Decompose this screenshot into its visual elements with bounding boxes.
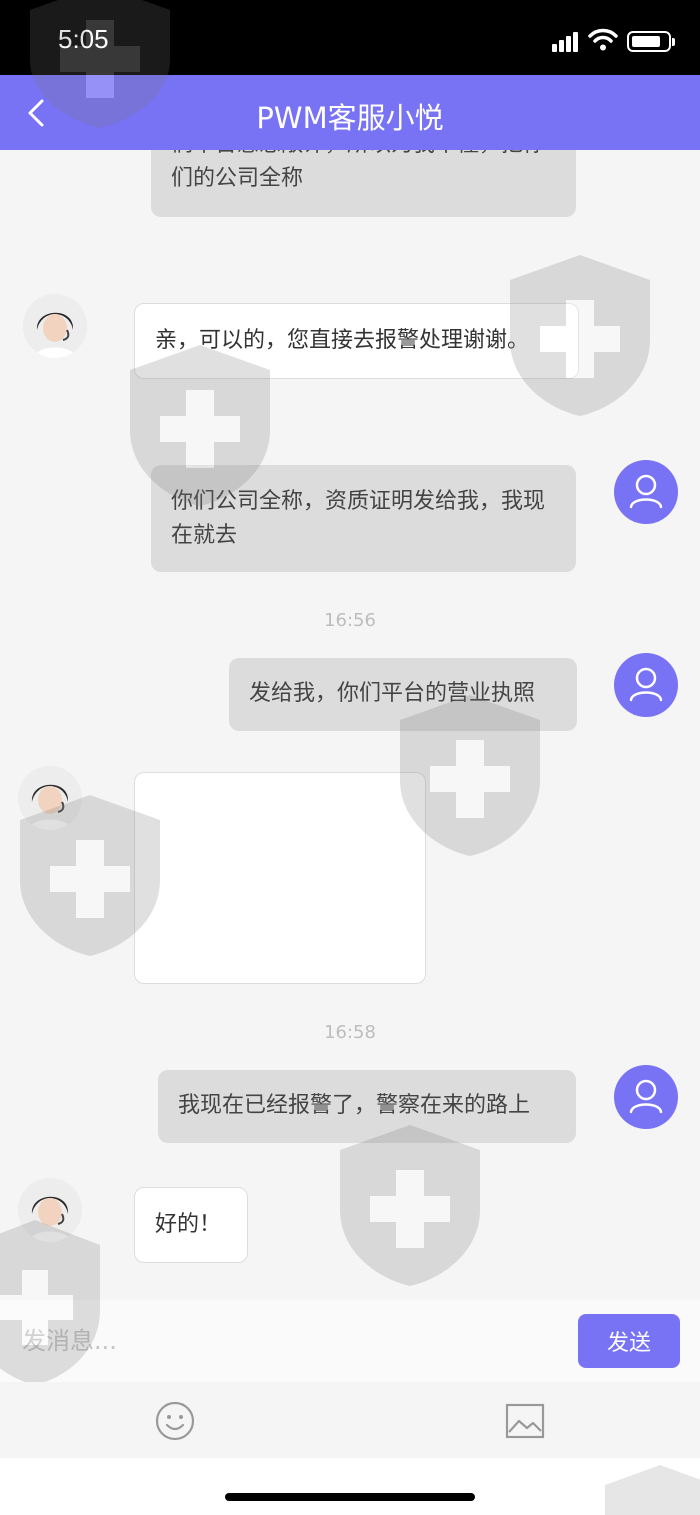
- status-time: 5:05: [58, 24, 109, 54]
- wifi-icon: [588, 28, 618, 51]
- chat-area[interactable]: 们平台感恩敞评，所以为我不懂，把你们的公司全称 亲，可以的，您直接去报警处理谢谢…: [0, 150, 700, 1300]
- user-avatar: [614, 1065, 678, 1129]
- message-timestamp: 16:56: [324, 610, 376, 631]
- message-text: 好的！: [155, 1212, 222, 1237]
- message-text: 发给我，你们平台的营业执照: [249, 681, 536, 706]
- message-bubble-agent: 亲，可以的，您直接去报警处理谢谢。: [134, 303, 579, 379]
- message-bubble-agent: 好的！: [134, 1187, 248, 1263]
- signal-icon: [552, 30, 580, 52]
- user-icon: [629, 1079, 663, 1114]
- status-bar: 5:05: [0, 0, 700, 75]
- message-text: 你们公司全称，资质证明发给我，我现在就去: [171, 489, 546, 548]
- battery-icon: [627, 31, 675, 52]
- emoji-icon[interactable]: [154, 1400, 196, 1442]
- image-icon[interactable]: [505, 1402, 545, 1440]
- message-bubble-user: 发给我，你们平台的营业执照: [229, 658, 577, 731]
- send-button[interactable]: 发送: [578, 1314, 680, 1368]
- message-input[interactable]: [0, 1300, 565, 1382]
- composer-bar: 发送: [0, 1300, 700, 1382]
- image-message[interactable]: [134, 772, 426, 984]
- message-text: 们平台感恩敞评，所以为我不懂，把你们的公司全称: [171, 150, 545, 191]
- home-indicator[interactable]: [225, 1493, 475, 1501]
- user-icon: [629, 667, 663, 702]
- agent-avatar: [18, 1178, 82, 1242]
- user-avatar: [614, 460, 678, 524]
- watermark-shield-icon: [605, 1465, 700, 1515]
- message-timestamp: 16:58: [324, 1022, 376, 1043]
- message-bubble-user: 我现在已经报警了，警察在来的路上: [158, 1070, 576, 1143]
- agent-avatar: [18, 766, 82, 830]
- nav-bar: PWM客服小悦: [0, 75, 700, 150]
- user-icon: [629, 474, 663, 509]
- agent-avatar: [23, 294, 87, 358]
- message-text: 我现在已经报警了，警察在来的路上: [178, 1093, 531, 1118]
- home-area: [0, 1458, 700, 1515]
- message-text: 亲，可以的，您直接去报警处理谢谢。: [155, 328, 530, 353]
- page-title: PWM客服小悦: [256, 101, 444, 135]
- message-bubble-user: 们平台感恩敞评，所以为我不懂，把你们的公司全称: [151, 150, 576, 217]
- message-bubble-user: 你们公司全称，资质证明发给我，我现在就去: [151, 465, 576, 572]
- toolbar: [0, 1382, 700, 1458]
- user-avatar: [614, 653, 678, 717]
